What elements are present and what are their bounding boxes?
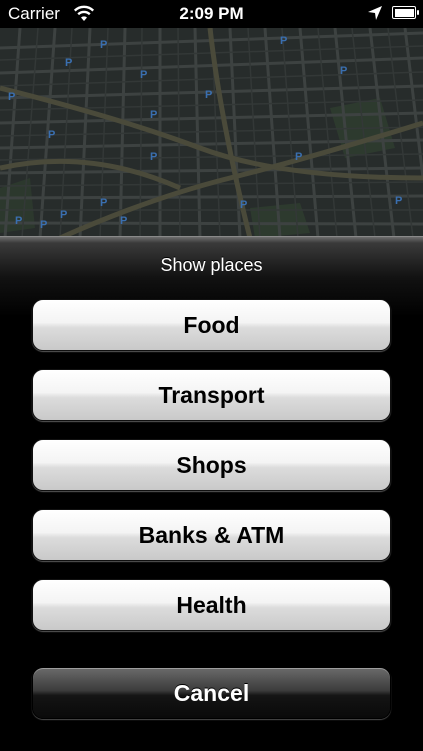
svg-text:P: P [280, 35, 287, 47]
svg-text:P: P [100, 197, 107, 209]
clock: 2:09 PM [179, 4, 244, 23]
map-view[interactable]: P P P P P P P P P P P P P P P P P P [0, 28, 423, 238]
svg-text:P: P [40, 219, 47, 231]
svg-text:P: P [240, 199, 247, 211]
svg-text:P: P [8, 91, 15, 103]
svg-text:P: P [15, 215, 22, 227]
shops-button[interactable]: Shops [32, 439, 391, 491]
food-button[interactable]: Food [32, 299, 391, 351]
cancel-button[interactable]: Cancel [32, 667, 391, 719]
svg-text:P: P [60, 209, 67, 221]
svg-text:P: P [340, 65, 347, 77]
status-bar: Carrier 2:09 PM [0, 0, 423, 28]
health-button[interactable]: Health [32, 579, 391, 631]
banks-atm-button[interactable]: Banks & ATM [32, 509, 391, 561]
svg-text:P: P [395, 195, 402, 207]
svg-text:P: P [150, 151, 157, 163]
svg-text:P: P [65, 57, 72, 69]
svg-text:P: P [120, 215, 127, 227]
action-sheet: Show places Food Transport Shops Banks &… [0, 236, 423, 751]
svg-text:P: P [48, 129, 55, 141]
svg-text:P: P [140, 69, 147, 81]
svg-text:P: P [150, 109, 157, 121]
transport-button[interactable]: Transport [32, 369, 391, 421]
svg-text:P: P [205, 89, 212, 101]
svg-text:P: P [100, 39, 107, 51]
location-arrow-icon [368, 6, 382, 20]
map-streets: P P P P P P P P P P P P P P P P P P [0, 28, 423, 238]
action-sheet-title: Show places [160, 255, 263, 275]
svg-text:P: P [295, 151, 302, 163]
battery-icon [392, 6, 419, 19]
